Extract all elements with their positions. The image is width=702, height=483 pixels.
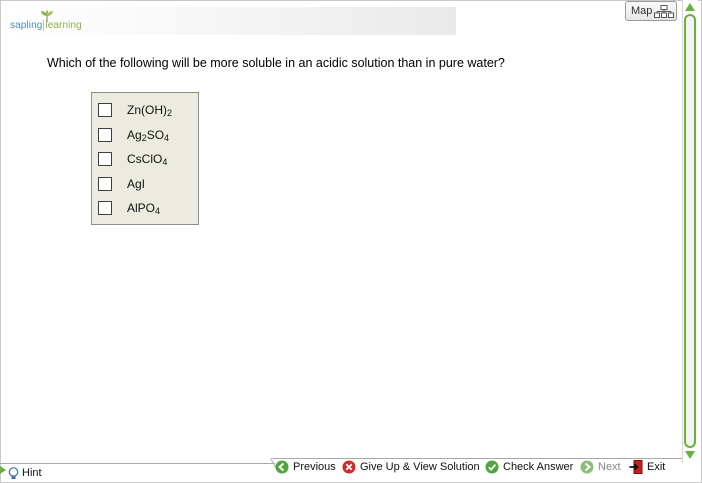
choice-checkbox[interactable]: [98, 103, 112, 118]
choice-item[interactable]: AlPO4: [98, 196, 198, 221]
next-label: Next: [598, 461, 621, 473]
question-text: Which of the following will be more solu…: [47, 56, 505, 70]
map-button-label: Map: [631, 5, 653, 17]
sapling-learning-logo: sapling learning: [10, 10, 90, 34]
brand-word-learning: learning: [43, 20, 82, 31]
sitemap-icon: [654, 4, 675, 18]
choice-label: Ag2SO4: [127, 127, 170, 143]
give-up-button[interactable]: Give Up & View Solution: [342, 460, 480, 474]
choice-item[interactable]: AgI: [98, 172, 198, 197]
answer-choices-panel: Zn(OH)2 Ag2SO4 CsClO4 AgI AlPO4: [91, 92, 199, 225]
check-answer-button[interactable]: Check Answer: [485, 460, 573, 474]
exit-door-icon: [629, 460, 643, 474]
next-button[interactable]: Next: [580, 460, 621, 474]
green-check-circle-icon: [485, 460, 499, 474]
previous-label: Previous: [293, 461, 336, 473]
choice-checkbox[interactable]: [98, 201, 112, 216]
previous-button[interactable]: Previous: [275, 460, 336, 474]
choice-label: Zn(OH)2: [127, 103, 173, 119]
choice-checkbox[interactable]: [98, 176, 112, 191]
map-button[interactable]: Map: [625, 1, 677, 21]
scroll-up-arrow-icon[interactable]: [684, 1, 696, 13]
exit-label: Exit: [647, 461, 666, 473]
choice-checkbox[interactable]: [98, 127, 112, 142]
expand-arrow-icon[interactable]: [0, 466, 6, 474]
give-up-label: Give Up & View Solution: [360, 461, 480, 473]
red-x-circle-icon: [342, 460, 356, 474]
green-back-arrow-icon: [275, 460, 289, 474]
choice-label: AgI: [127, 176, 146, 191]
choice-label: CsClO4: [127, 152, 168, 168]
window-frame: [0, 0, 702, 483]
brand-word-sapling: sapling: [10, 20, 43, 31]
choice-checkbox[interactable]: [98, 152, 112, 167]
hint-button[interactable]: Hint: [8, 466, 42, 480]
check-answer-label: Check Answer: [503, 461, 574, 473]
choice-item[interactable]: Ag2SO4: [98, 123, 198, 148]
exit-button[interactable]: Exit: [629, 460, 665, 474]
choice-label: AlPO4: [127, 201, 161, 217]
green-forward-arrow-icon: [580, 460, 594, 474]
scroll-thumb[interactable]: [684, 14, 696, 448]
scroll-down-arrow-icon[interactable]: [684, 449, 696, 461]
choice-item[interactable]: Zn(OH)2: [98, 98, 198, 123]
choice-item[interactable]: CsClO4: [98, 147, 198, 172]
brand-text: sapling learning: [10, 20, 82, 31]
hint-label: Hint: [22, 467, 42, 479]
lightbulb-icon: [8, 466, 19, 479]
